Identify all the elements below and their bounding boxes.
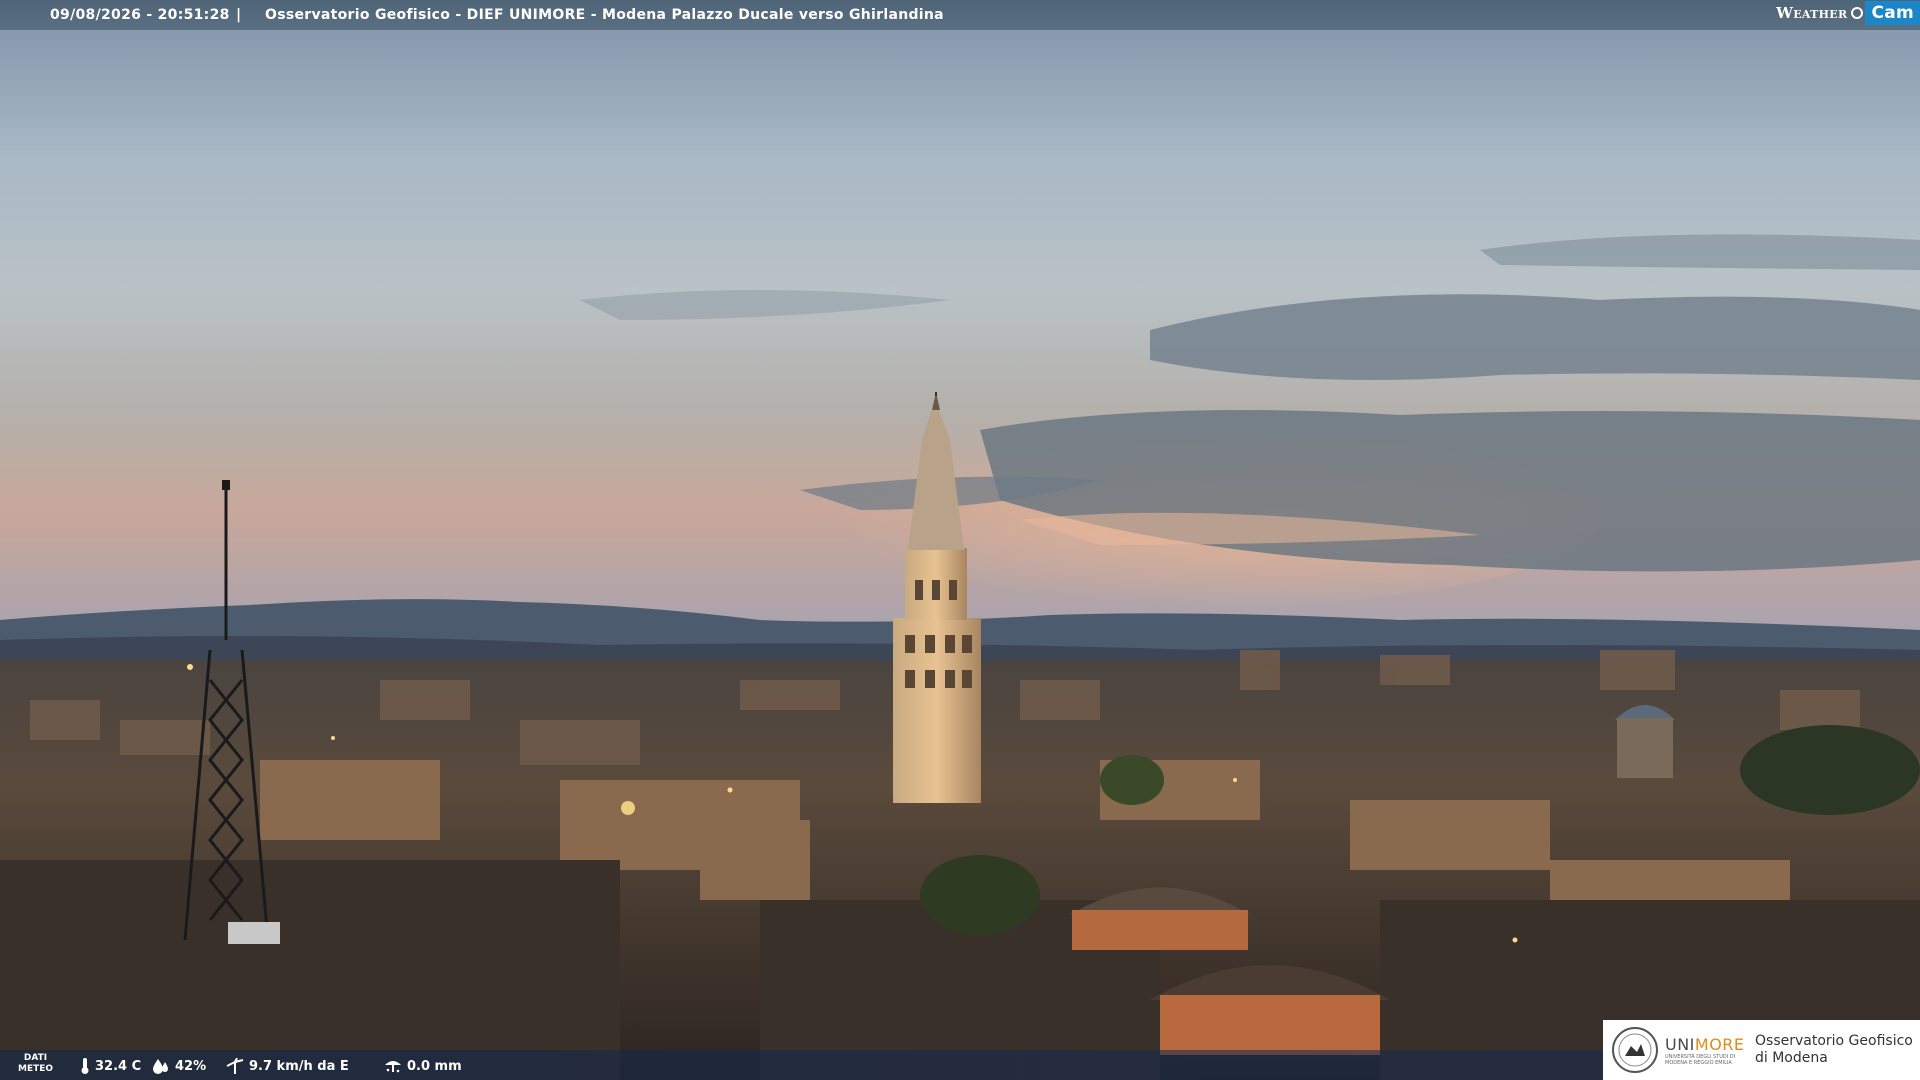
separator: |: [236, 7, 242, 23]
webcam-photo: [0, 0, 1920, 1080]
humidity-icon: [153, 1059, 168, 1074]
unimore-logo: UNIMORE UNIVERSITÀ DEGLI STUDI DI MODENA…: [1603, 1020, 1920, 1080]
wind-reading: 9.7 km/h da E: [226, 1058, 349, 1074]
humidity-value: 42%: [175, 1058, 207, 1074]
weather-data-bar: DATI METEO 32.4 C 42% 9.7 km/h da E 0.0 …: [0, 1050, 1605, 1080]
weathercam-logo: Weather Cam: [1770, 0, 1920, 26]
camera-title: Osservatorio Geofisico - DIEF UNIMORE - …: [265, 7, 944, 23]
rain-icon: [385, 1061, 401, 1073]
temperature-value: 32.4 C: [95, 1058, 142, 1074]
weathercam-logo-cam: Cam: [1865, 1, 1920, 25]
caption-bar: 09/08/2026 - 20:51:28 | Osservatorio Geo…: [0, 0, 1920, 30]
rain-value: 0.0 mm: [407, 1058, 462, 1074]
timestamp: 09/08/2026 - 20:51:28: [50, 7, 230, 23]
university-seal-icon: [1612, 1027, 1658, 1073]
observatory-name: Osservatorio Geofisico di Modena: [1755, 1033, 1913, 1066]
unimore-name-uni: UNI: [1665, 1034, 1695, 1054]
weathercam-lens-icon: [1851, 7, 1864, 19]
wind-icon: [226, 1058, 244, 1074]
wind-value: 9.7 km/h da E: [249, 1058, 349, 1074]
unimore-wordmark: UNIMORE UNIVERSITÀ DEGLI STUDI DI MODENA…: [1665, 1035, 1745, 1066]
unimore-subtitle: UNIVERSITÀ DEGLI STUDI DI MODENA E REGGI…: [1665, 1053, 1736, 1066]
thermometer-icon: [81, 1058, 89, 1074]
weather-data-label: DATI METEO: [18, 1053, 54, 1074]
humidity-reading: 42%: [152, 1058, 206, 1074]
weathercam-logo-weather: Weather: [1776, 4, 1848, 22]
unimore-name-more: MORE: [1694, 1034, 1745, 1054]
temperature-reading: 32.4 C: [80, 1058, 141, 1074]
rain-reading: 0.0 mm: [384, 1058, 462, 1074]
